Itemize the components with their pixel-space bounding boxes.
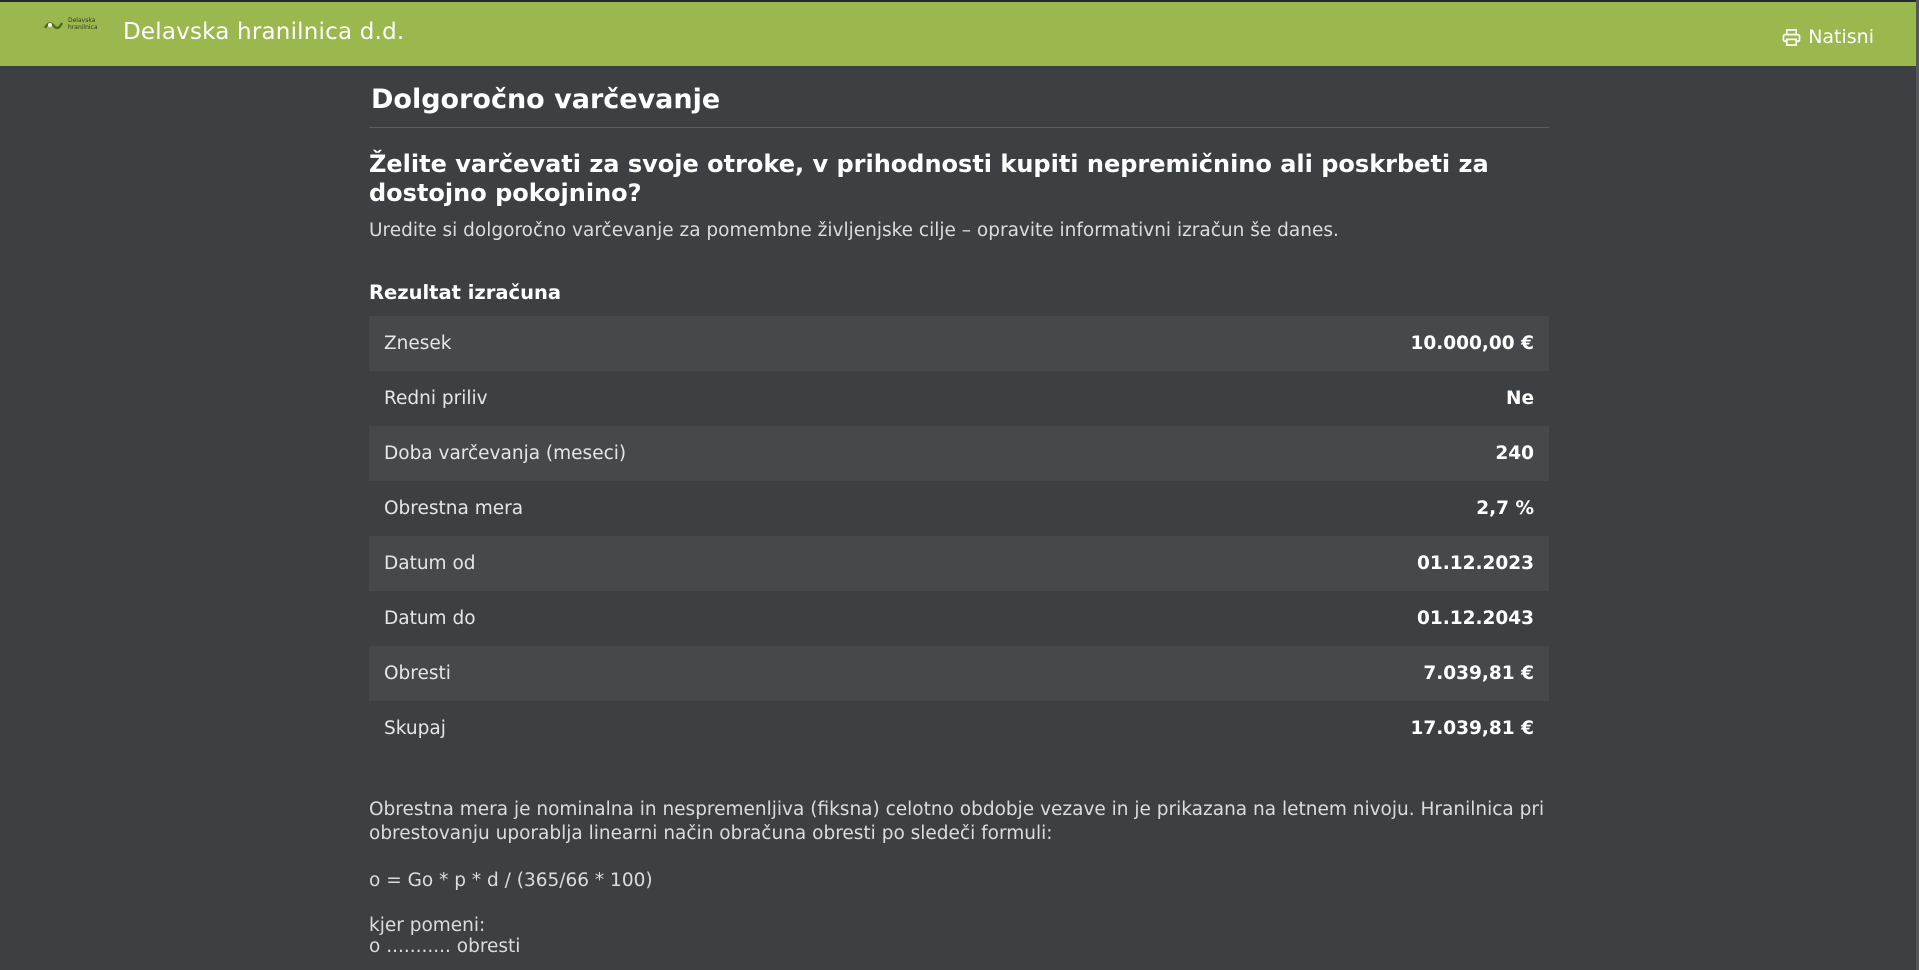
top-bar: Delavska hranilnica Delavska hranilnica … [0, 0, 1919, 66]
result-title: Rezultat izračuna [369, 281, 562, 304]
results-table: Znesek 10.000,00 € Redni priliv Ne Doba … [369, 316, 1549, 756]
page-title: Dolgoročno varčevanje [369, 66, 1549, 128]
row-label: Datum od [384, 553, 476, 574]
interest-formula: o = Go * p * d / (365/66 * 100) [369, 870, 653, 891]
row-label: Doba varčevanja (meseci) [384, 443, 627, 464]
logo-text-line1: Delavska [68, 17, 96, 24]
row-value: 7.039,81 € [1423, 663, 1534, 684]
row-label: Skupaj [384, 718, 446, 739]
print-label: Natisni [1808, 26, 1874, 48]
formula-legend-line: o ........... obresti [369, 936, 521, 957]
print-button[interactable]: Natisni [1782, 26, 1874, 48]
brand-name[interactable]: Delavska hranilnica d.d. [123, 19, 404, 45]
table-row: Datum od 01.12.2023 [369, 536, 1549, 591]
print-icon [1782, 28, 1801, 46]
row-label: Obresti [384, 663, 451, 684]
table-row: Doba varčevanja (meseci) 240 [369, 426, 1549, 481]
row-value: 01.12.2023 [1416, 553, 1534, 574]
table-row: Datum do 01.12.2043 [369, 591, 1549, 646]
row-value: 240 [1495, 443, 1534, 464]
row-label: Znesek [384, 333, 452, 354]
table-row: Skupaj 17.039,81 € [369, 701, 1549, 756]
row-value: 17.039,81 € [1410, 718, 1534, 739]
logo-text-line2: hranilnica [68, 24, 98, 31]
row-value: 2,7 % [1476, 498, 1534, 519]
table-row: Obresti 7.039,81 € [369, 646, 1549, 701]
row-value: 01.12.2043 [1416, 608, 1534, 629]
bank-logo[interactable]: Delavska hranilnica [42, 14, 104, 36]
formula-legend-title: kjer pomeni: [369, 915, 486, 936]
lead-heading: Želite varčevati za svoje otroke, v prih… [369, 150, 1489, 207]
table-row: Redni priliv Ne [369, 371, 1549, 426]
row-label: Datum do [384, 608, 476, 629]
row-value: Ne [1505, 388, 1534, 409]
lead-text: Uredite si dolgoročno varčevanje za pome… [369, 220, 1339, 241]
table-row: Obrestna mera 2,7 % [369, 481, 1549, 536]
row-value: 10.000,00 € [1410, 333, 1534, 354]
main-content: Dolgoročno varčevanje Želite varčevati z… [369, 66, 1549, 957]
row-label: Redni priliv [384, 388, 488, 409]
table-row: Znesek 10.000,00 € [369, 316, 1549, 371]
interest-note: Obrestna mera je nominalna in nespremenl… [369, 799, 1545, 844]
row-label: Obrestna mera [384, 498, 524, 519]
